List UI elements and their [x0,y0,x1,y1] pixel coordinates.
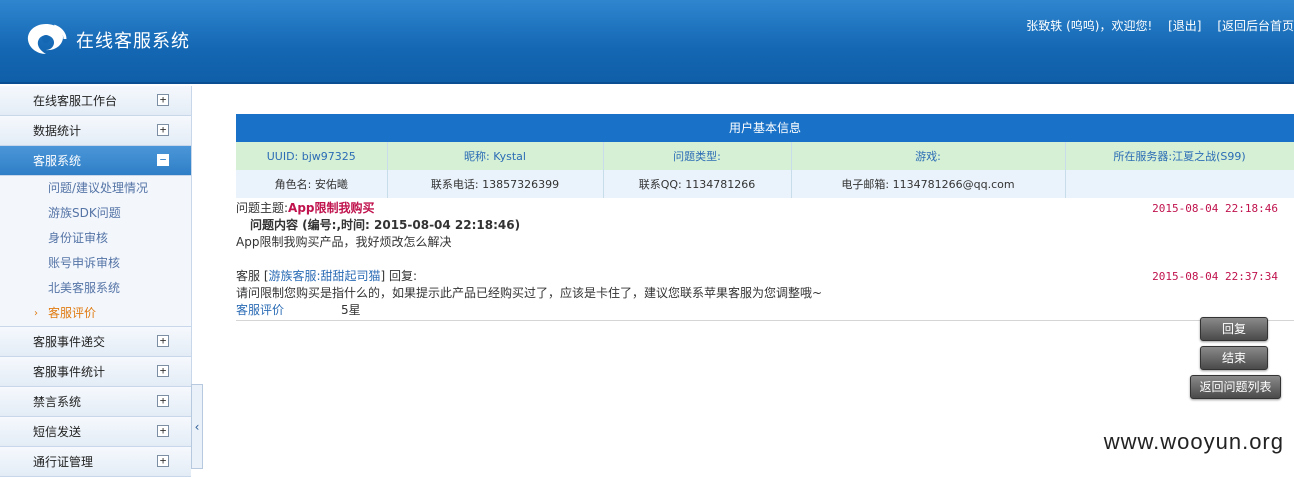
question-content: App限制我购买产品，我好烦改怎么解决 [236,234,1294,251]
menu-label: 短信发送 [33,425,81,439]
menu-label: 通行证管理 [33,455,93,469]
email-cell: 电子邮箱: 1134781266@qq.com [791,170,1065,198]
sidebar-item-id-review[interactable]: 身份证审核 [0,226,191,251]
reply-date: 2015-08-04 22:37:34 [1152,268,1278,285]
cs-submenu: 问题/建议处理情况 游族SDK问题 身份证审核 账号申诉审核 北美客服系统 › … [0,176,191,327]
expand-icon[interactable]: + [157,365,169,377]
menu-event-stats[interactable]: 客服事件统计 + [0,357,191,387]
menu-statistics[interactable]: 数据统计 + [0,116,191,146]
back-home-link[interactable]: [返回后台首页 [1217,19,1294,33]
user-links: 张致轶 (呜呜)，欢迎您! [退出] [返回后台首页 [1026,17,1294,34]
rating-label: 客服评价 [236,302,341,319]
empty-cell [1065,170,1294,198]
subject-label: 问题主题: [236,201,288,215]
menu-label: 客服事件统计 [33,365,105,379]
sidebar-item-label: 客服评价 [48,306,96,320]
sidebar-item-sdk[interactable]: 游族SDK问题 [0,201,191,226]
game-cell: 游戏: [791,142,1065,170]
sidebar-divider [191,86,192,384]
sidebar: 在线客服工作台 + 数据统计 + 客服系统 − 问题/建议处理情况 游族SDK问… [0,86,191,469]
info-table-title: 用户基本信息 [236,114,1294,142]
qq-cell: 联系QQ: 1134781266 [603,170,791,198]
question-content-header: 问题内容 (编号:,时间: 2015-08-04 22:18:46) [236,217,1294,234]
rating-line: 客服评价5星 [236,302,1294,319]
question-subject-line: 问题主题:App限制我购买 2015-08-04 22:18:46 [236,200,1294,217]
sidebar-item-issues[interactable]: 问题/建议处理情况 [0,176,191,201]
sidebar-item-cs-rating[interactable]: › 客服评价 [0,301,191,326]
back-to-list-button[interactable]: 返回问题列表 [1190,375,1281,399]
sidebar-collapse-handle[interactable]: ‹ [191,384,203,469]
collapse-icon[interactable]: − [157,154,169,166]
top-header: 在线客服系统 张致轶 (呜呜)，欢迎您! [退出] [返回后台首页 [0,0,1294,84]
logout-link[interactable]: [退出] [1168,19,1201,33]
menu-mute-system[interactable]: 禁言系统 + [0,387,191,417]
expand-icon[interactable]: + [157,455,169,467]
main-content: 用户基本信息 UUID: bjw97325 昵称: Kystal 问题类型: 游… [236,114,1294,321]
arrow-right-icon: › [34,301,38,326]
greeting-text: 张致轶 (呜呜)，欢迎您! [1026,19,1152,33]
expand-icon[interactable]: + [157,94,169,106]
watermark-text: www.wooyun.org [1104,429,1284,455]
menu-passport[interactable]: 通行证管理 + [0,447,191,477]
table-row: UUID: bjw97325 昵称: Kystal 问题类型: 游戏: 所在服务… [236,142,1294,170]
role-name-cell: 角色名: 安佑曦 [236,170,387,198]
reply-prefix: 客服 [ [236,269,269,283]
expand-icon[interactable]: + [157,395,169,407]
menu-event-submit[interactable]: 客服事件递交 + [0,327,191,357]
expand-icon[interactable]: + [157,124,169,136]
menu-label: 在线客服工作台 [33,94,117,108]
user-info-table: UUID: bjw97325 昵称: Kystal 问题类型: 游戏: 所在服务… [236,142,1294,198]
menu-workbench[interactable]: 在线客服工作台 + [0,86,191,116]
question-subject: App限制我购买 [288,201,374,215]
menu-label: 客服系统 [33,154,81,168]
reply-button[interactable]: 回复 [1200,317,1268,341]
spacer [236,251,1294,268]
menu-label: 客服事件递交 [33,335,105,349]
rating-value: 5星 [341,303,361,317]
question-block: 问题主题:App限制我购买 2015-08-04 22:18:46 问题内容 (… [236,200,1294,321]
server-cell: 所在服务器:江夏之战(S99) [1065,142,1294,170]
menu-cs-system[interactable]: 客服系统 − [0,146,191,176]
sidebar-item-appeal[interactable]: 账号申诉审核 [0,251,191,276]
question-date: 2015-08-04 22:18:46 [1152,200,1278,217]
close-button[interactable]: 结束 [1200,346,1268,370]
menu-sms[interactable]: 短信发送 + [0,417,191,447]
menu-label: 禁言系统 [33,395,81,409]
reply-header-line: 客服 [游族客服:甜甜起司猫] 回复: 2015-08-04 22:37:34 [236,268,1294,285]
divider-line [236,320,1294,321]
table-row: 角色名: 安佑曦 联系电话: 13857326399 联系QQ: 1134781… [236,170,1294,198]
reply-suffix: ] 回复: [381,269,418,283]
issue-type-cell: 问题类型: [603,142,791,170]
menu-label: 数据统计 [33,124,81,138]
app-title: 在线客服系统 [76,27,190,53]
logo-icon [24,20,68,58]
reply-content: 请问限制您购买是指什么的，如果提示此产品已经购买过了，应该是卡住了，建议您联系苹… [236,285,1294,302]
uuid-cell: UUID: bjw97325 [236,142,387,170]
phone-cell: 联系电话: 13857326399 [387,170,603,198]
nickname-cell: 昵称: Kystal [387,142,603,170]
expand-icon[interactable]: + [157,425,169,437]
agent-link[interactable]: 游族客服:甜甜起司猫 [269,269,381,283]
expand-icon[interactable]: + [157,335,169,347]
sidebar-item-na-cs[interactable]: 北美客服系统 [0,276,191,301]
